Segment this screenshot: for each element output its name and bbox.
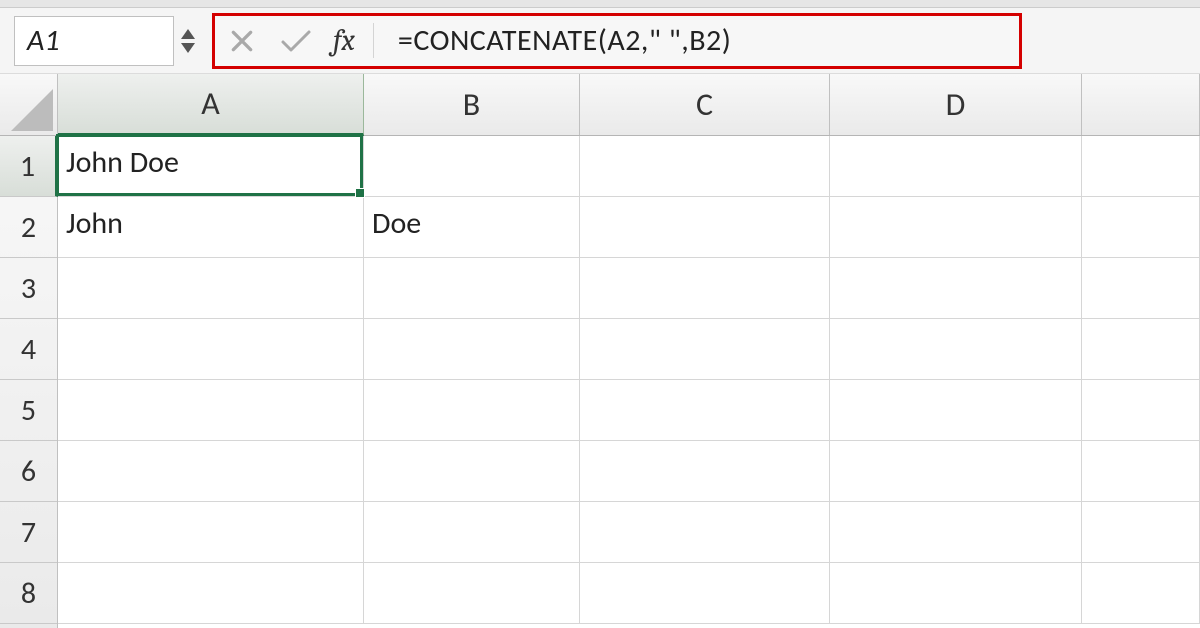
cell[interactable] xyxy=(364,502,580,563)
cell[interactable] xyxy=(58,563,364,624)
cell[interactable] xyxy=(580,441,830,502)
cell[interactable] xyxy=(830,380,1082,441)
stepper-up-icon[interactable] xyxy=(180,28,196,40)
cell[interactable] xyxy=(1082,319,1200,380)
formula-bar: A1 fx =CONCATENATE(A2," ",B2) xyxy=(0,8,1200,74)
column-header[interactable]: B xyxy=(364,74,580,135)
cell[interactable] xyxy=(580,319,830,380)
column-header[interactable]: D xyxy=(830,74,1082,135)
cells-area[interactable]: John DoeJohnDoe xyxy=(58,136,1200,628)
row-header[interactable]: 6 xyxy=(0,441,57,502)
cell[interactable] xyxy=(1082,502,1200,563)
cell[interactable] xyxy=(580,563,830,624)
row-header[interactable]: 8 xyxy=(0,563,57,624)
confirm-icon[interactable] xyxy=(279,24,313,58)
name-box[interactable]: A1 xyxy=(14,16,174,66)
grid: 12345678 John DoeJohnDoe xyxy=(0,136,1200,628)
cell[interactable] xyxy=(364,441,580,502)
select-all-icon[interactable] xyxy=(0,74,58,135)
cell[interactable] xyxy=(1082,258,1200,319)
cancel-icon[interactable] xyxy=(225,24,259,58)
cell[interactable] xyxy=(1082,197,1200,258)
cell[interactable] xyxy=(58,502,364,563)
cell[interactable] xyxy=(830,319,1082,380)
top-strip xyxy=(0,0,1200,8)
cell[interactable]: John Doe xyxy=(58,136,364,197)
row-header[interactable]: 3 xyxy=(0,258,57,319)
grid-row xyxy=(58,563,1200,624)
cell[interactable] xyxy=(58,441,364,502)
cell[interactable] xyxy=(1082,441,1200,502)
cell[interactable] xyxy=(58,380,364,441)
grid-row xyxy=(58,258,1200,319)
cell[interactable] xyxy=(580,197,830,258)
cell[interactable] xyxy=(58,319,364,380)
row-header[interactable]: 2 xyxy=(0,197,57,258)
column-headers: ABCD xyxy=(0,74,1200,136)
cell[interactable] xyxy=(1082,136,1200,197)
cell[interactable] xyxy=(364,380,580,441)
cell[interactable] xyxy=(830,197,1082,258)
cell[interactable] xyxy=(830,441,1082,502)
cell[interactable]: Doe xyxy=(364,197,580,258)
grid-row xyxy=(58,502,1200,563)
cell[interactable] xyxy=(58,258,364,319)
cell[interactable] xyxy=(830,258,1082,319)
row-header[interactable]: 7 xyxy=(0,502,57,563)
row-headers: 12345678 xyxy=(0,136,58,628)
cell[interactable] xyxy=(364,136,580,197)
fx-icon[interactable]: fx xyxy=(333,23,374,58)
cell[interactable] xyxy=(1082,380,1200,441)
cell[interactable] xyxy=(830,563,1082,624)
cell[interactable] xyxy=(830,136,1082,197)
cell[interactable] xyxy=(1082,563,1200,624)
grid-row xyxy=(58,380,1200,441)
formula-bar-highlight: fx =CONCATENATE(A2," ",B2) xyxy=(212,13,1022,69)
cell[interactable] xyxy=(580,136,830,197)
row-header[interactable]: 5 xyxy=(0,380,57,441)
stepper-down-icon[interactable] xyxy=(180,42,196,54)
row-header[interactable]: 1 xyxy=(0,136,58,197)
cell[interactable] xyxy=(580,502,830,563)
column-header[interactable] xyxy=(1082,74,1200,135)
cell[interactable] xyxy=(364,258,580,319)
column-header[interactable]: A xyxy=(58,74,364,136)
spreadsheet-app: A1 fx =CONCATENATE(A2," ",B2) xyxy=(0,0,1200,628)
cell[interactable] xyxy=(364,563,580,624)
grid-row xyxy=(58,319,1200,380)
formula-input[interactable]: =CONCATENATE(A2," ",B2) xyxy=(398,22,731,59)
grid-row: JohnDoe xyxy=(58,197,1200,258)
cell[interactable] xyxy=(580,258,830,319)
grid-row xyxy=(58,441,1200,502)
row-header[interactable]: 4 xyxy=(0,319,57,380)
cell[interactable] xyxy=(830,502,1082,563)
name-box-stepper[interactable] xyxy=(176,16,200,66)
cell[interactable] xyxy=(580,380,830,441)
grid-row: John Doe xyxy=(58,136,1200,197)
cell[interactable]: John xyxy=(58,197,364,258)
column-header[interactable]: C xyxy=(580,74,830,135)
cell[interactable] xyxy=(364,319,580,380)
